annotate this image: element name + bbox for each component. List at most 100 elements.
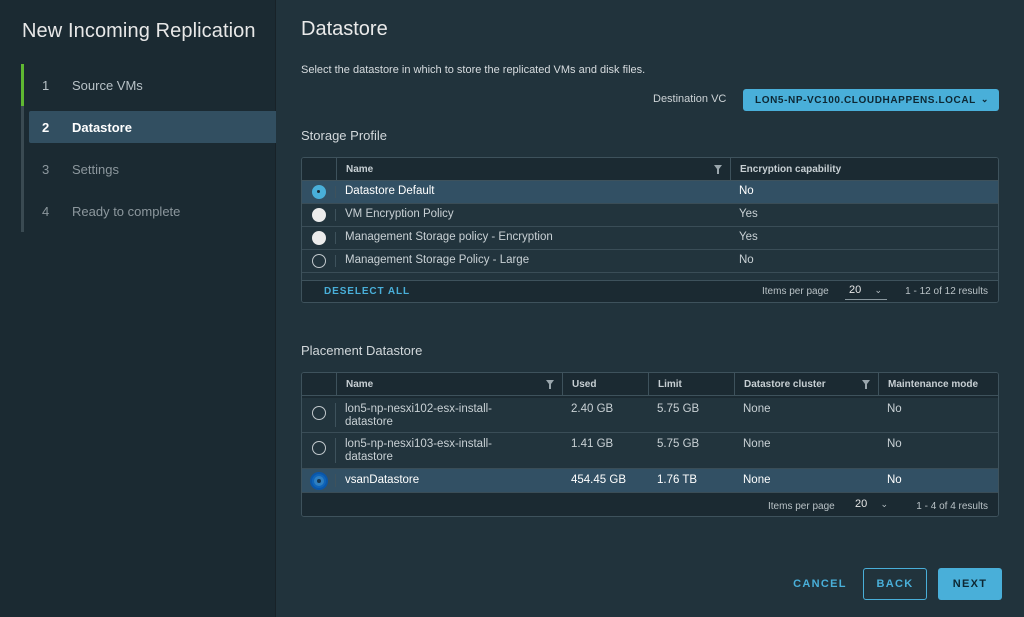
step-label: Ready to complete [72, 203, 181, 219]
cell-used: 454.45 GB [571, 474, 626, 486]
row-radio[interactable] [312, 185, 326, 199]
filter-icon[interactable] [546, 380, 554, 389]
grid-body: Datastore Default No VM Encryption Polic… [302, 181, 998, 280]
table-row[interactable]: vsanDatastore 454.45 GB 1.76 TB None No [302, 469, 998, 493]
step-settings[interactable]: 3 Settings [29, 153, 276, 185]
grid-header: Name Used Limit Datastore cluster Mainte… [302, 373, 998, 396]
radio-cell [302, 181, 336, 203]
steps-progress-completed [21, 64, 24, 106]
column-header-limit[interactable]: Limit [648, 373, 734, 395]
cancel-button[interactable]: CANCEL [787, 568, 853, 600]
radio-cell [302, 250, 336, 272]
column-header-name[interactable]: Name [336, 373, 562, 395]
radio-cell [302, 469, 336, 492]
filter-icon[interactable] [714, 165, 722, 174]
cell-maintenance-mode: No [887, 403, 902, 415]
back-button[interactable]: BACK [863, 568, 927, 600]
column-header-encryption[interactable]: Encryption capability [730, 158, 998, 180]
row-radio[interactable] [312, 254, 326, 268]
cell-limit: 5.75 GB [657, 438, 700, 450]
table-row[interactable]: Management Storage policy - Encryption Y… [302, 227, 998, 250]
radio-cell [302, 204, 336, 226]
step-datastore[interactable]: 2 Datastore [29, 111, 276, 143]
column-label: Name [346, 163, 374, 175]
items-per-page-select[interactable]: 20 ⌄ [845, 284, 887, 300]
cell-maintenance-mode: No [887, 438, 902, 450]
grid-body: lon5-np-nesxi102-esx-install-datastore 2… [302, 396, 998, 495]
step-source-vms[interactable]: 1 Source VMs [29, 69, 276, 101]
cell-datastore-cluster: None [743, 474, 771, 486]
column-label: Name [346, 378, 374, 390]
step-number: 1 [42, 77, 50, 93]
grid-footer: DESELECT ALL Items per page 20 ⌄ 1 - 12 … [302, 280, 998, 302]
radio-cell [302, 227, 336, 249]
wizard-steps: 1 Source VMs 2 Datastore 3 Settings 4 Re… [21, 64, 276, 232]
step-number: 4 [42, 203, 50, 219]
cell-limit: 5.75 GB [657, 403, 700, 415]
table-row[interactable]: VM Encryption Policy Yes [302, 204, 998, 227]
items-per-page-select[interactable]: 20 ⌄ [851, 498, 893, 514]
cell-encryption: Yes [739, 231, 758, 243]
column-header-datastore-cluster[interactable]: Datastore cluster [734, 373, 878, 395]
column-header-name[interactable]: Name [336, 158, 730, 180]
destination-vc-label: Destination VC [653, 93, 727, 105]
next-button[interactable]: NEXT [938, 568, 1002, 600]
select-column-header [302, 373, 336, 395]
table-row[interactable]: Datastore Default No [302, 181, 998, 204]
cell-used: 1.41 GB [571, 438, 614, 450]
cell-encryption: No [739, 254, 754, 266]
wizard-content: Datastore Select the datastore in which … [277, 0, 1024, 617]
cell-encryption: No [739, 185, 754, 197]
radio-cell [302, 433, 336, 468]
step-label: Datastore [72, 119, 132, 135]
deselect-all-button[interactable]: DESELECT ALL [324, 286, 410, 297]
cell-maintenance-mode: No [887, 474, 902, 486]
table-row[interactable]: lon5-np-nesxi103-esx-install-datastore 1… [302, 433, 998, 469]
select-column-header [302, 158, 336, 180]
cell-limit: 1.76 TB [657, 474, 698, 486]
step-label: Source VMs [72, 77, 143, 93]
cell-datastore-cluster: None [743, 403, 771, 415]
step-number: 3 [42, 161, 50, 177]
placement-datastore-grid: Name Used Limit Datastore cluster Mainte… [301, 372, 999, 517]
column-label: Limit [658, 378, 682, 390]
storage-profile-grid: Name Encryption capability Datastore Def… [301, 157, 999, 303]
cell-name: vsanDatastore [345, 474, 420, 486]
destination-vc-select[interactable]: LON5-NP-VC100.CLOUDHAPPENS.LOCAL ⌄ [743, 89, 999, 111]
row-radio[interactable] [312, 405, 326, 420]
destination-vc-value: LON5-NP-VC100.CLOUDHAPPENS.LOCAL [755, 94, 976, 106]
filter-icon[interactable] [862, 380, 870, 389]
cell-name: lon5-np-nesxi102-esx-install-datastore [345, 403, 493, 428]
grid-header: Name Encryption capability [302, 158, 998, 181]
step-number: 2 [42, 119, 50, 135]
cell-name: VM Encryption Policy [345, 208, 454, 220]
placement-datastore-title: Placement Datastore [301, 343, 423, 358]
column-header-maintenance-mode[interactable]: Maintenance mode [878, 373, 998, 395]
table-row[interactable]: lon5-np-nesxi102-esx-install-datastore 2… [302, 398, 998, 433]
chevron-down-icon: ⌄ [874, 285, 882, 295]
cell-encryption: Yes [739, 208, 758, 220]
row-radio[interactable] [312, 208, 326, 222]
row-radio[interactable] [312, 231, 326, 245]
page-description: Select the datastore in which to store t… [301, 64, 646, 76]
step-ready-to-complete[interactable]: 4 Ready to complete [29, 195, 276, 227]
table-row[interactable]: Management Storage Policy - Large No [302, 250, 998, 273]
cell-datastore-cluster: None [743, 438, 771, 450]
step-label: Settings [72, 161, 119, 177]
items-per-page-value: 20 [849, 284, 862, 296]
row-radio[interactable] [312, 473, 326, 488]
items-per-page-label: Items per page [768, 500, 835, 512]
grid-footer: Items per page 20 ⌄ 1 - 4 of 4 results [302, 495, 998, 516]
table-row-partial [302, 273, 998, 280]
cell-name: Management Storage Policy - Large [345, 254, 530, 266]
column-label: Datastore cluster [744, 378, 826, 390]
chevron-down-icon: ⌄ [880, 499, 888, 509]
radio-cell [302, 398, 336, 432]
column-header-used[interactable]: Used [562, 373, 648, 395]
column-label: Encryption capability [740, 163, 842, 175]
storage-profile-title: Storage Profile [301, 128, 387, 143]
page-title: Datastore [301, 18, 388, 40]
wizard-title: New Incoming Replication [22, 20, 256, 42]
row-radio[interactable] [312, 441, 326, 455]
cell-name: Management Storage policy - Encryption [345, 231, 553, 243]
